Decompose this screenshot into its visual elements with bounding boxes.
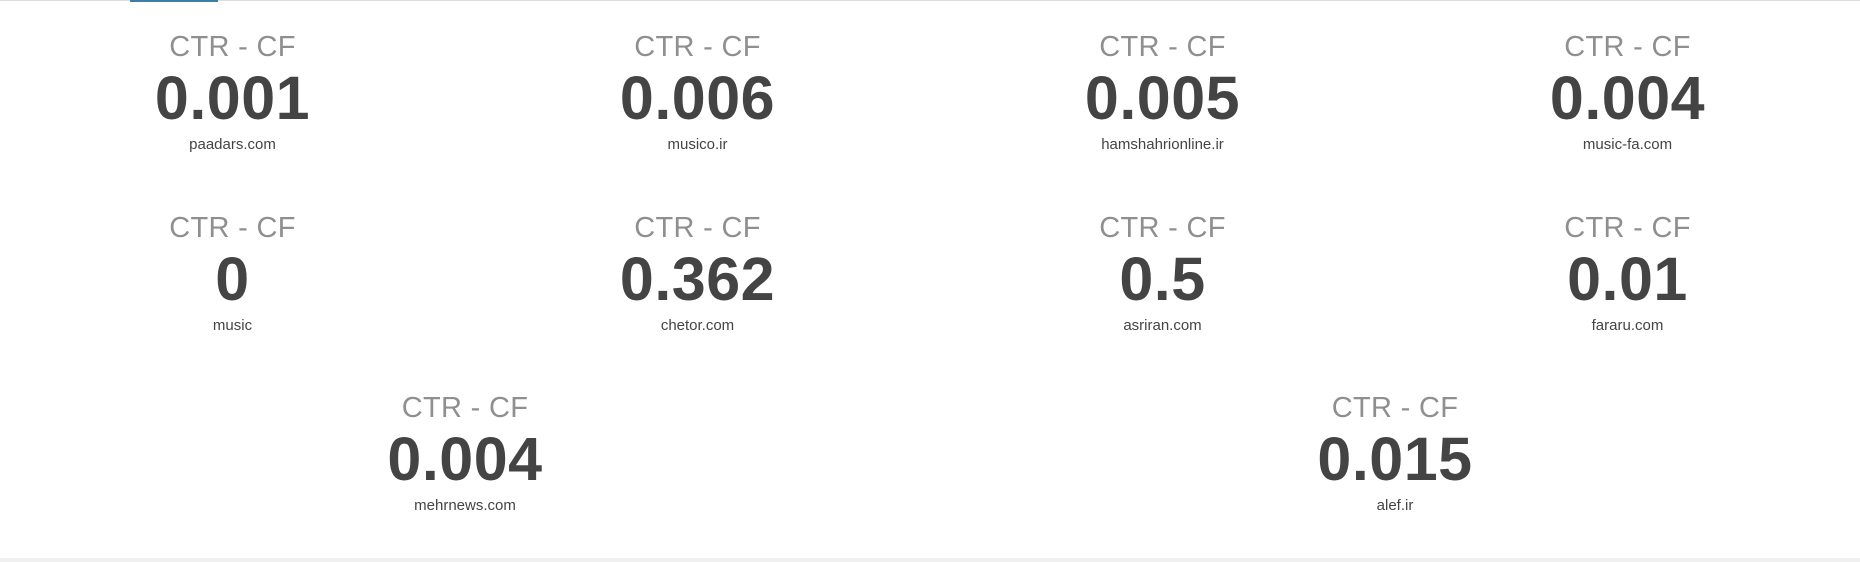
stat-card-music-fa: CTR - CF 0.004 music-fa.com bbox=[1395, 30, 1860, 154]
stats-row-1: CTR - CF 0.001 paadars.com CTR - CF 0.00… bbox=[0, 30, 1860, 154]
stat-card-paadars: CTR - CF 0.001 paadars.com bbox=[0, 30, 465, 154]
stat-site-name: paadars.com bbox=[189, 136, 276, 153]
stat-site-name: fararu.com bbox=[1591, 317, 1664, 334]
stat-label: CTR - CF bbox=[634, 212, 761, 244]
active-tab-indicator bbox=[130, 0, 218, 2]
stat-site-name: mehrnews.com bbox=[414, 497, 516, 514]
stat-value: 0.004 bbox=[1549, 64, 1706, 132]
stat-value: 0 bbox=[215, 245, 250, 313]
bottom-divider bbox=[0, 558, 1860, 562]
stat-card-musico: CTR - CF 0.006 musico.ir bbox=[465, 30, 930, 154]
stats-row-3: CTR - CF 0.004 mehrnews.com CTR - CF 0.0… bbox=[0, 391, 1860, 515]
stat-value: 0.005 bbox=[1084, 64, 1241, 132]
stat-card-fararu: CTR - CF 0.01 fararu.com bbox=[1395, 211, 1860, 335]
stat-label: CTR - CF bbox=[1099, 212, 1226, 244]
top-divider bbox=[0, 0, 1860, 1]
stat-value: 0.004 bbox=[387, 425, 543, 493]
stat-site-name: music-fa.com bbox=[1582, 136, 1673, 153]
stat-label: CTR - CF bbox=[401, 392, 529, 424]
stat-site-name: alef.ir bbox=[1376, 497, 1414, 514]
stat-value: 0.015 bbox=[1317, 425, 1473, 493]
stat-card-mehrnews: CTR - CF 0.004 mehrnews.com bbox=[0, 391, 930, 515]
stat-label: CTR - CF bbox=[634, 31, 761, 63]
stat-site-name: music bbox=[212, 317, 253, 334]
stat-label: CTR - CF bbox=[169, 31, 296, 63]
stat-card-music: CTR - CF 0 music bbox=[0, 211, 465, 335]
stat-card-hamshahrionline: CTR - CF 0.005 hamshahrionline.ir bbox=[930, 30, 1395, 154]
stat-value: 0.362 bbox=[619, 245, 776, 313]
stats-row-2: CTR - CF 0 music CTR - CF 0.362 chetor.c… bbox=[0, 211, 1860, 335]
stat-card-chetor: CTR - CF 0.362 chetor.com bbox=[465, 211, 930, 335]
stat-value: 0.5 bbox=[1119, 245, 1206, 313]
stat-site-name: hamshahrionline.ir bbox=[1101, 136, 1224, 153]
stat-label: CTR - CF bbox=[1564, 212, 1691, 244]
stat-card-alef: CTR - CF 0.015 alef.ir bbox=[930, 391, 1860, 515]
stat-value: 0.01 bbox=[1567, 245, 1688, 313]
stat-card-asriran: CTR - CF 0.5 asriran.com bbox=[930, 211, 1395, 335]
stat-label: CTR - CF bbox=[1564, 31, 1691, 63]
stat-label: CTR - CF bbox=[169, 212, 296, 244]
stat-label: CTR - CF bbox=[1099, 31, 1226, 63]
stat-value: 0.006 bbox=[619, 64, 776, 132]
stat-value: 0.001 bbox=[154, 64, 311, 132]
stat-site-name: musico.ir bbox=[667, 136, 728, 153]
stat-label: CTR - CF bbox=[1331, 392, 1459, 424]
stat-site-name: asriran.com bbox=[1123, 317, 1202, 334]
stat-site-name: chetor.com bbox=[660, 317, 735, 334]
